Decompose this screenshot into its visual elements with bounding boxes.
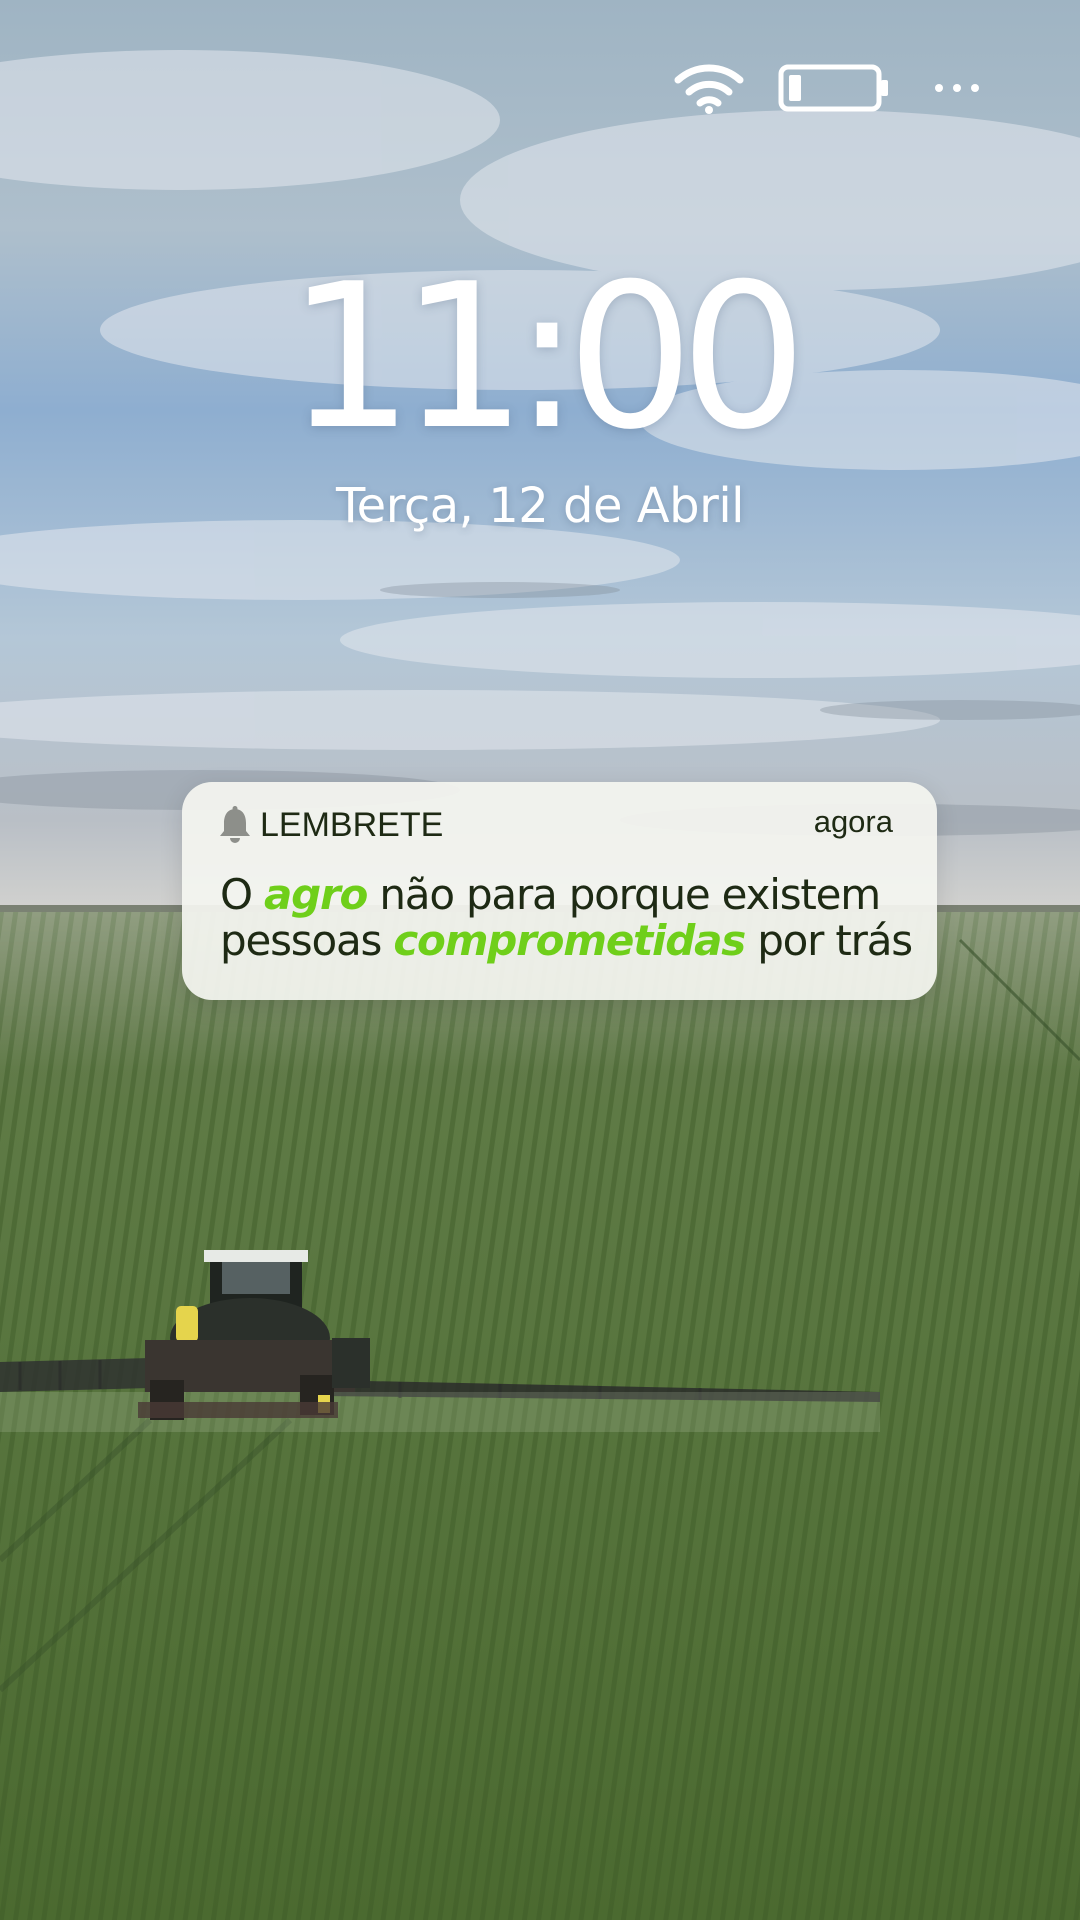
status-bar <box>674 58 980 118</box>
message-highlight: agro <box>264 870 368 919</box>
message-text: por trás <box>757 916 913 965</box>
notification-message: O agro não para porque existem pessoas c… <box>220 872 913 965</box>
notification-header: LEMBRETE agora <box>218 800 893 850</box>
notification-message-line-1: O agro não para porque existem <box>220 872 907 918</box>
notification-app-name: LEMBRETE <box>260 805 444 844</box>
message-text: não para porque existem <box>379 870 881 919</box>
lock-screen-date: Terça, 12 de Abril <box>336 478 745 534</box>
wifi-icon <box>674 64 744 114</box>
message-highlight: comprometidas <box>393 916 746 965</box>
notification-card[interactable]: LEMBRETE agora O agro não para porque ex… <box>182 782 937 1000</box>
lock-screen-time: 11:00 <box>286 241 807 474</box>
more-icon[interactable] <box>934 81 980 95</box>
notification-time: agora <box>813 804 893 839</box>
battery-icon <box>778 64 888 112</box>
message-text: O <box>220 870 253 919</box>
bell-icon <box>220 806 250 843</box>
notification-message-line-2: pessoas comprometidas por trás <box>220 916 913 965</box>
message-text: pessoas <box>220 916 382 965</box>
